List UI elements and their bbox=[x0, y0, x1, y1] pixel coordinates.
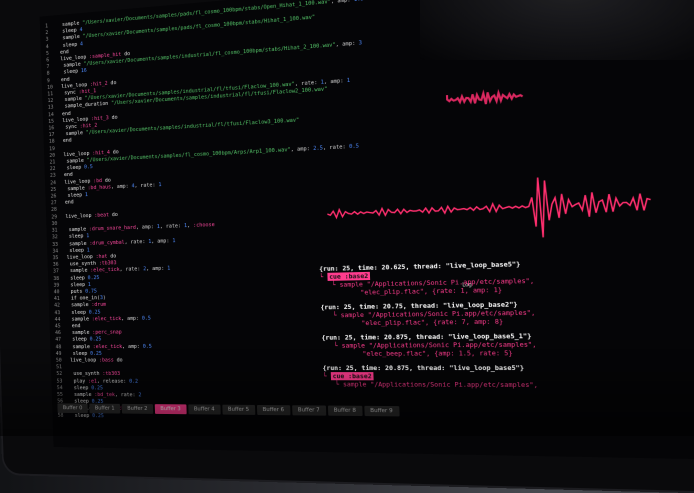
code-text: play :e1, release: 0.2 bbox=[71, 378, 138, 384]
code-text: sample :drum bbox=[68, 302, 106, 308]
code-text: sleep 0.25 bbox=[68, 309, 100, 315]
code-text: sample :elec_tick, amp: 0.5 bbox=[69, 315, 151, 322]
code-line[interactable]: 51 bbox=[56, 364, 339, 371]
code-text: sleep 1 bbox=[66, 247, 89, 253]
code-text: puts 0.75 bbox=[68, 289, 97, 295]
code-text: use_synth :tb303 bbox=[67, 260, 117, 267]
code-text: sample :perc_snap bbox=[69, 330, 122, 336]
code-text: end bbox=[62, 111, 71, 117]
log-run-line: {run: 25, time: 20.875, thread: "live_lo… bbox=[322, 364, 599, 373]
code-text: sleep 0.25 bbox=[67, 275, 99, 281]
buffer-tab[interactable]: Buffer 5 bbox=[222, 405, 255, 415]
code-text: end bbox=[64, 172, 73, 178]
code-text: sleep 16 bbox=[61, 68, 87, 76]
code-text: sleep 0.25 bbox=[71, 385, 103, 391]
log-entry: {run: 25, time: 20.75, thread: "live_loo… bbox=[320, 299, 597, 328]
code-text: live_loop :hat do bbox=[67, 253, 117, 260]
log-panel[interactable]: {run: 25, time: 20.625, thread: "live_lo… bbox=[319, 258, 600, 396]
buffer-tab[interactable]: Buffer 7 bbox=[292, 405, 326, 415]
code-text: sleep 0.25 bbox=[72, 413, 104, 419]
laptop-bezel: 1 sample "/Users/xavier/Documents/sample… bbox=[0, 0, 694, 493]
code-text: sample :elec_tick, rate: 2, amp: 1 bbox=[67, 266, 170, 274]
buffer-tab[interactable]: Buffer 6 bbox=[257, 405, 291, 415]
code-text: sleep 1 bbox=[68, 282, 91, 288]
scope-wave-main bbox=[326, 173, 652, 244]
buffer-tab[interactable]: Buffer 1 bbox=[89, 404, 120, 414]
code-text: end bbox=[63, 138, 72, 144]
log-entry: {run: 25, time: 20.875, thread: "live_lo… bbox=[322, 364, 600, 390]
code-text: end bbox=[69, 323, 81, 329]
buffer-tab[interactable]: Buffer 0 bbox=[57, 403, 87, 413]
line-number: 49 bbox=[56, 351, 70, 358]
line-number: 50 bbox=[56, 358, 70, 365]
code-text: sleep 0.25 bbox=[69, 337, 101, 343]
scope-wave-top bbox=[447, 90, 523, 106]
line-number: 51 bbox=[56, 365, 70, 372]
code-text: sleep 4 bbox=[60, 41, 83, 49]
code-text: if one_in(3) bbox=[68, 295, 106, 301]
code-text: sleep 0.5 bbox=[64, 164, 93, 171]
buffer-tab[interactable]: Buffer 4 bbox=[188, 404, 220, 414]
code-text: sleep 1 bbox=[65, 192, 88, 199]
log-entry: {run: 25, time: 20.875, thread: "live_lo… bbox=[321, 331, 599, 358]
code-text: use_synth :tb303 bbox=[70, 371, 120, 377]
code-text: end bbox=[65, 200, 74, 206]
code-text: live_loop :bass do bbox=[70, 358, 123, 364]
code-text: sleep 0.25 bbox=[70, 351, 102, 357]
code-text: end bbox=[60, 49, 69, 55]
sonic-pi-screen: 1 sample "/Users/xavier/Documents/sample… bbox=[40, 0, 694, 460]
line-number: 58 bbox=[58, 412, 72, 419]
line-number: 52 bbox=[56, 371, 70, 378]
buffer-tab[interactable]: Buffer 9 bbox=[364, 406, 399, 417]
log-sample-args: "elec_beep.flac", {amp: 1.5, rate: 5} bbox=[322, 348, 599, 357]
log-sample-line: └ sample "/Applications/Sonic Pi.app/etc… bbox=[323, 380, 600, 389]
code-text: sleep 1 bbox=[66, 234, 89, 240]
code-text: sample :bd_tek, rate: 2 bbox=[71, 392, 141, 398]
code-editor[interactable]: 1 sample "/Users/xavier/Documents/sample… bbox=[45, 0, 340, 423]
buffer-tab[interactable]: Buffer 8 bbox=[328, 406, 363, 416]
code-text: live_loop :beat do bbox=[65, 212, 118, 220]
buffer-tab[interactable]: Buffer 2 bbox=[122, 404, 153, 414]
buffer-tab[interactable]: Buffer 3 bbox=[155, 404, 187, 414]
code-text: end bbox=[61, 76, 70, 82]
scope-visualizer bbox=[322, 26, 689, 285]
log-entry: {run: 25, time: 20.625, thread: "live_lo… bbox=[319, 258, 597, 297]
code-text: sample :elec_tick, amp: 0.5 bbox=[70, 343, 152, 349]
